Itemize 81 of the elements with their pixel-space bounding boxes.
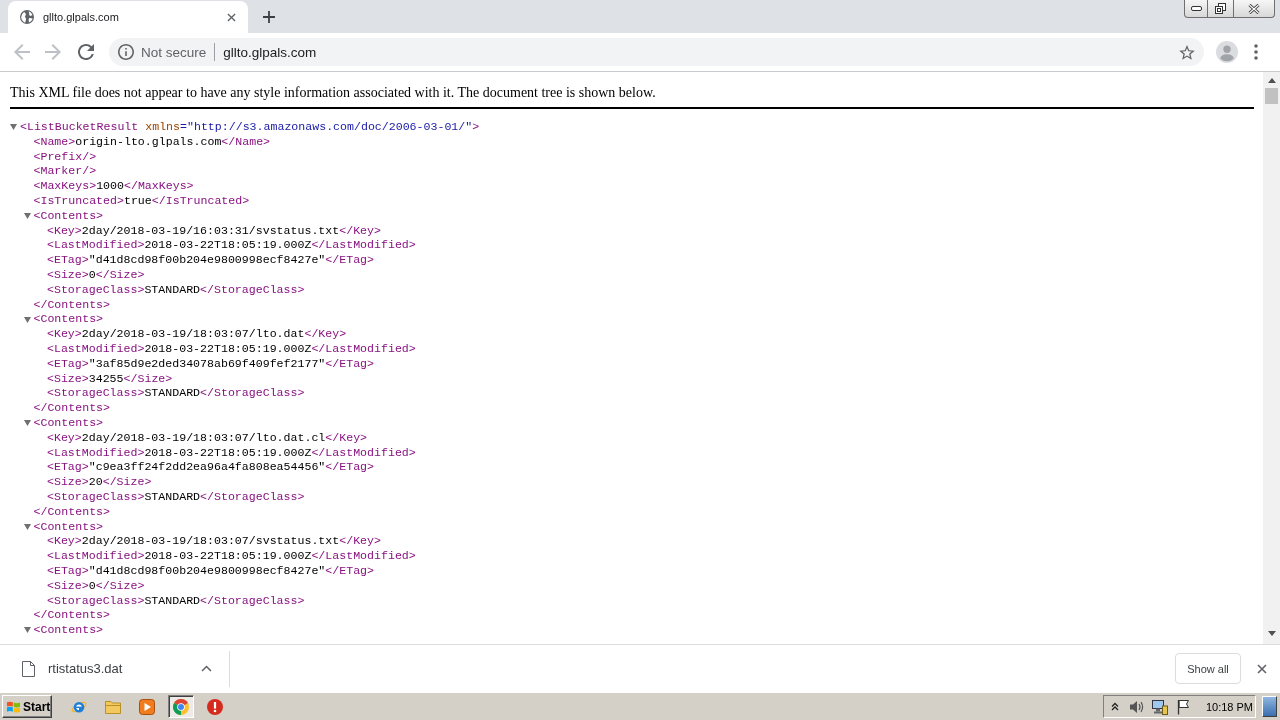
chevron-up-icon[interactable] [1110, 702, 1119, 711]
disclosure-triangle-icon[interactable] [23, 420, 31, 427]
xml-line: <StorageClass>STANDARD</StorageClass> [47, 593, 305, 609]
flag-icon[interactable] [1175, 698, 1190, 715]
minimize-button[interactable] [1184, 0, 1208, 18]
speaker-icon[interactable] [1128, 698, 1145, 715]
xml-line: <ETag>"3af85d9e2ded34078ab69f409fef2177"</ETag> [47, 356, 374, 372]
xml-line: <LastModified>2018-03-22T18:05:19.000Z</LastModified> [47, 445, 416, 461]
disclosure-triangle-icon[interactable] [10, 124, 17, 131]
download-item[interactable]: rtistatus3.dat [22, 650, 230, 687]
xml-line: <Size>0</Size> [47, 267, 145, 283]
xml-line: <Contents> [33, 312, 104, 328]
reload-icon[interactable] [78, 44, 94, 60]
xml-line: <Contents> [33, 623, 104, 638]
disclosure-triangle-icon[interactable] [23, 213, 31, 220]
xml-line: <ListBucketResult xmlns="http://s3.amazonaws.com/doc/2006-03-01/"> [20, 120, 480, 135]
xml-line: <LastModified>2018-03-22T18:05:19.000Z</LastModified> [47, 238, 416, 254]
chevron-up-icon[interactable] [201, 665, 212, 672]
disclosure-triangle-icon[interactable] [23, 523, 31, 530]
xml-line: <LastModified>2018-03-22T18:05:19.000Z</LastModified> [47, 549, 416, 564]
xml-line: <Key>2day/2018-03-19/18:03:07/lto.dat</Key> [47, 327, 347, 342]
xml-line: </Contents> [33, 401, 111, 416]
notice-text: This XML file does not appear to have any style information associated with it. The document tree is shown below. [10, 85, 656, 100]
xml-line: <StorageClass>STANDARD</StorageClass> [47, 282, 305, 298]
folder-icon [105, 699, 121, 714]
start-button[interactable]: Start [2, 695, 52, 718]
plus-icon[interactable] [263, 10, 275, 23]
scroll-up-icon[interactable] [1267, 78, 1276, 83]
xml-line: <Key>2day/2018-03-19/16:03:31/svstatus.txt</Key> [47, 223, 381, 239]
close-icon[interactable] [1257, 663, 1267, 674]
clock-text[interactable]: 10:18 PM [1205, 700, 1253, 713]
xml-line: <Marker/> [33, 164, 97, 180]
xml-line: </Contents> [33, 504, 111, 520]
show-desktop-button[interactable] [1262, 696, 1277, 717]
monitor-icon[interactable] [1151, 698, 1168, 715]
file-icon [22, 660, 35, 677]
xml-line: <Size>34255</Size> [47, 371, 173, 387]
xml-line: <Contents> [33, 415, 104, 431]
xml-line: <LastModified>2018-03-22T18:05:19.000Z</LastModified> [47, 341, 416, 357]
info-icon [118, 44, 134, 60]
security-chip[interactable]: Not secure [118, 44, 207, 60]
xml-line: <Contents> [33, 519, 104, 535]
play-icon [139, 698, 155, 715]
browser-icon [173, 698, 189, 715]
xml-line: <StorageClass>STANDARD</StorageClass> [47, 386, 305, 402]
xml-line: <StorageClass>STANDARD</StorageClass> [47, 489, 305, 505]
scroll-down-icon[interactable] [1267, 631, 1276, 636]
xml-line: <Key>2day/2018-03-19/18:03:07/svstatus.txt</Key> [47, 534, 381, 550]
close-window-button[interactable] [1234, 0, 1275, 18]
xml-line: <ETag>"d41d8cd98f00b204e9800998ecf8427e"</ETag> [47, 253, 374, 268]
scrollbar-track[interactable] [1263, 72, 1280, 644]
restore-button[interactable] [1208, 0, 1234, 18]
minimize-icon [1190, 6, 1202, 11]
xml-line: <Name>origin-lto.glpals.com</Name> [33, 134, 271, 150]
address-bar[interactable]: Not secure gllto.glpals.com [109, 38, 1204, 66]
xml-line: <Key>2day/2018-03-19/18:03:07/lto.dat.cl</Key> [47, 430, 368, 446]
scrollbar-thumb[interactable] [1265, 88, 1278, 104]
star-icon[interactable] [1179, 44, 1195, 60]
restore-icon [1215, 3, 1226, 14]
alert-icon [207, 698, 223, 715]
xml-line: <ETag>"d41d8cd98f00b204e9800998ecf8427e"</ETag> [47, 563, 374, 579]
globe-icon [20, 10, 34, 24]
xml-line: <Size>20</Size> [47, 475, 152, 490]
taskbar-button[interactable] [168, 695, 194, 718]
xml-line: <Size>0</Size> [47, 578, 145, 594]
url-text: gllto.glpals.com [223, 44, 317, 60]
xml-line: </Contents> [33, 297, 111, 313]
close-icon[interactable] [227, 12, 236, 22]
start-logo-icon [6, 699, 21, 714]
close-icon [1248, 3, 1260, 14]
menu-icon[interactable] [1254, 44, 1258, 60]
xml-line: <Contents> [33, 208, 104, 224]
disclosure-triangle-icon[interactable] [23, 316, 31, 323]
xml-line: <Prefix/> [33, 149, 97, 165]
xml-line: <MaxKeys>1000</MaxKeys> [33, 179, 194, 194]
browser-tab[interactable]: gllto.glpals.com [8, 1, 248, 33]
xml-line: <IsTruncated>true</IsTruncated> [33, 194, 250, 209]
xml-line: </Contents> [33, 608, 111, 624]
xml-line: <ETag>"c9ea3ff24f2dd2ea96a4fa808ea54456"</ETag> [47, 460, 374, 476]
show-all-button[interactable]: Show all [1175, 653, 1241, 684]
disclosure-triangle-icon[interactable] [23, 627, 31, 634]
